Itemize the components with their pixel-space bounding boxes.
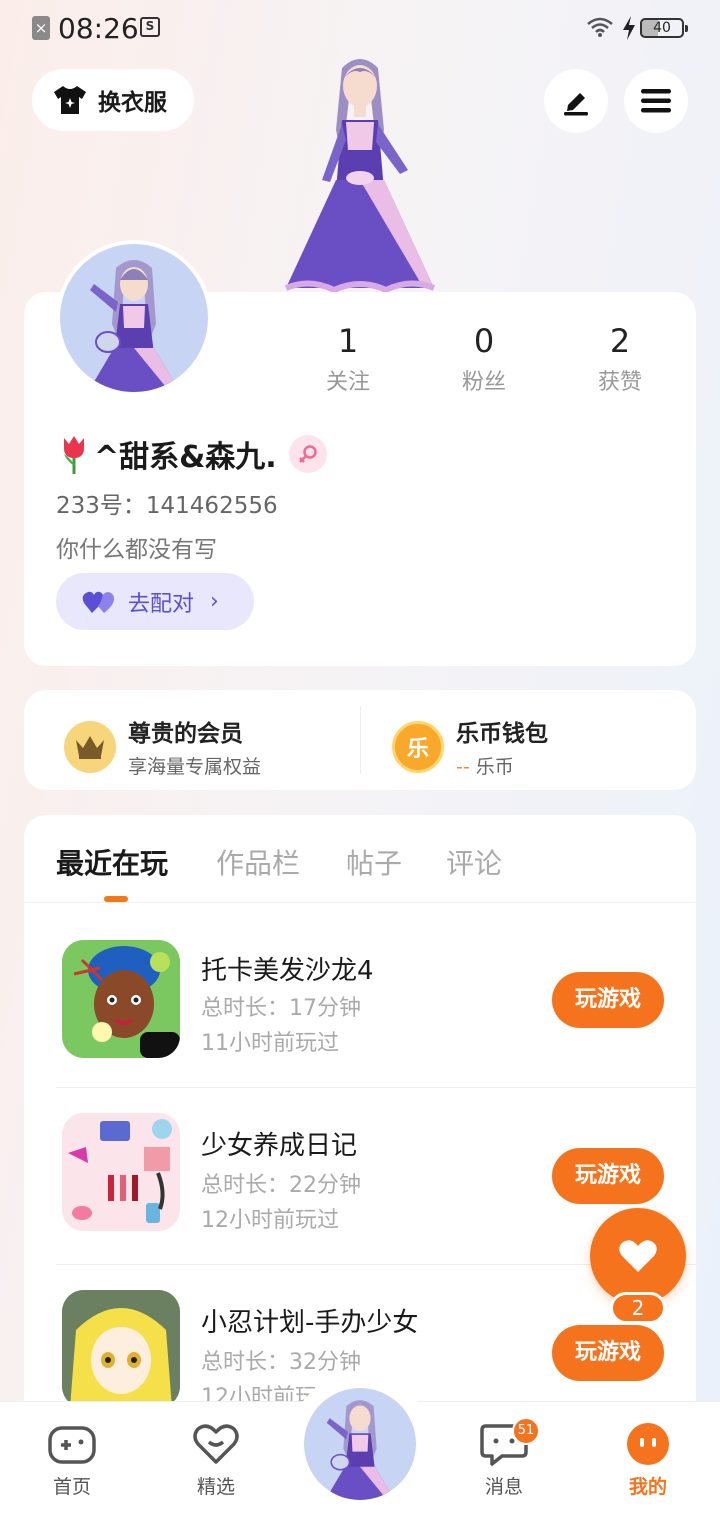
wallet-title: 乐币钱包 <box>456 721 548 747</box>
wifi-icon <box>587 17 613 37</box>
game-duration: 总时长：32分钟 <box>201 1350 361 1375</box>
nav-featured-label: 精选 <box>196 1476 235 1498</box>
crown-icon <box>64 720 116 773</box>
avatar-3d-figure[interactable] <box>280 50 440 295</box>
tabs-divider <box>24 902 696 903</box>
following-label: 关注 <box>325 370 370 395</box>
favorites-float-button[interactable] <box>590 1208 686 1304</box>
go-match-label: 去配对 <box>128 591 195 617</box>
status-bar: × 08:26 S 40 <box>0 0 720 56</box>
coin-wallet-entry[interactable]: 乐 乐币钱包 -- 乐币 <box>392 714 548 779</box>
user-id: 233号：141462556 <box>56 493 278 519</box>
avatar-image <box>325 1400 395 1500</box>
avatar-image <box>88 260 180 392</box>
clock: 08:26 <box>58 12 139 45</box>
fans-label: 粉丝 <box>461 370 506 395</box>
nav-messages-label: 消息 <box>484 1476 523 1498</box>
tab-recent[interactable]: 最近在玩 <box>56 842 168 882</box>
wallet-balance: -- 乐币 <box>456 752 548 779</box>
stat-following[interactable]: 1 关注 <box>293 322 403 396</box>
game-title: 小忍计划-手办少女 <box>201 1308 419 1338</box>
wallet-amount: -- <box>456 756 470 778</box>
game-title: 托卡美发沙龙4 <box>201 956 374 986</box>
membership-entry[interactable]: 尊贵的会员 享海量专属权益 <box>64 714 261 779</box>
tab-comments[interactable]: 评论 <box>446 842 502 882</box>
profile-face-icon <box>627 1423 669 1465</box>
following-count: 1 <box>337 322 359 360</box>
chevron-right-icon: › <box>210 589 219 614</box>
game-last-played: 11小时前玩过 <box>201 1031 339 1056</box>
membership-title: 尊贵的会员 <box>128 721 243 747</box>
game-last-played: 12小时前玩过 <box>201 1208 339 1233</box>
tshirt-icon <box>54 86 86 114</box>
menu-button[interactable] <box>624 69 688 133</box>
game-icon-figure-girl <box>62 1290 180 1408</box>
sim-off-icon: × <box>32 16 50 40</box>
fans-count: 0 <box>473 322 495 360</box>
game-title: 少女养成日记 <box>201 1131 358 1161</box>
wallet-unit: 乐币 <box>475 756 514 778</box>
likes-label: 获赞 <box>597 370 642 395</box>
nickname: ^甜系&森九. <box>94 440 277 475</box>
game-row[interactable]: 托卡美发沙龙4 总时长：17分钟 11小时前玩过 玩游戏 <box>24 912 696 1088</box>
female-gender-icon <box>288 435 327 473</box>
gamepad-icon <box>48 1426 96 1464</box>
nav-home-label: 首页 <box>52 1476 91 1498</box>
heart-icon <box>619 1240 657 1272</box>
edit-profile-button[interactable] <box>544 69 608 133</box>
go-match-button[interactable]: 去配对 › <box>56 573 254 630</box>
nav-center-avatar-button[interactable] <box>304 1388 416 1500</box>
tab-works[interactable]: 作品栏 <box>216 842 300 882</box>
nav-featured[interactable]: 精选 <box>168 1402 264 1520</box>
likes-count: 2 <box>609 322 631 360</box>
nav-me-label: 我的 <box>628 1476 667 1498</box>
row-divider <box>56 1087 696 1088</box>
nav-home[interactable]: 首页 <box>24 1402 120 1520</box>
menu-icon <box>641 89 671 113</box>
coin-icon: 乐 <box>392 720 444 773</box>
stat-likes[interactable]: 2 获赞 <box>565 322 675 396</box>
tab-posts[interactable]: 帖子 <box>346 842 402 882</box>
profile-avatar[interactable] <box>56 240 212 396</box>
user-bio: 你什么都没有写 <box>56 537 217 563</box>
card-divider <box>360 706 361 774</box>
game-icon-girl-diary <box>62 1113 180 1231</box>
game-duration: 总时长：22分钟 <box>201 1173 361 1198</box>
tulip-icon <box>64 436 84 474</box>
messages-badge: 51 <box>512 1417 540 1445</box>
nav-me[interactable]: 我的 <box>600 1402 696 1520</box>
play-game-button[interactable]: 玩游戏 <box>552 1148 664 1204</box>
battery-indicator: 40 <box>640 18 688 38</box>
screenshot-icon: S <box>140 17 160 37</box>
nav-messages[interactable]: 消息 <box>456 1402 552 1520</box>
username-row: ^甜系&森九. <box>58 432 327 476</box>
change-outfit-label: 换衣服 <box>98 90 167 116</box>
hearts-icon <box>82 591 114 613</box>
heart-outline-icon <box>193 1424 239 1464</box>
play-game-button[interactable]: 玩游戏 <box>552 972 664 1028</box>
game-icon-hair-salon <box>62 940 180 1058</box>
game-duration: 总时长：17分钟 <box>201 996 361 1021</box>
play-game-button[interactable]: 玩游戏 <box>552 1325 664 1381</box>
charging-icon <box>623 16 635 40</box>
stat-fans[interactable]: 0 粉丝 <box>429 322 539 396</box>
favorites-count-badge: 2 <box>610 1292 666 1324</box>
membership-subtitle: 享海量专属权益 <box>128 756 262 778</box>
pen-icon <box>564 93 588 116</box>
change-outfit-button[interactable]: 换衣服 <box>32 69 194 131</box>
